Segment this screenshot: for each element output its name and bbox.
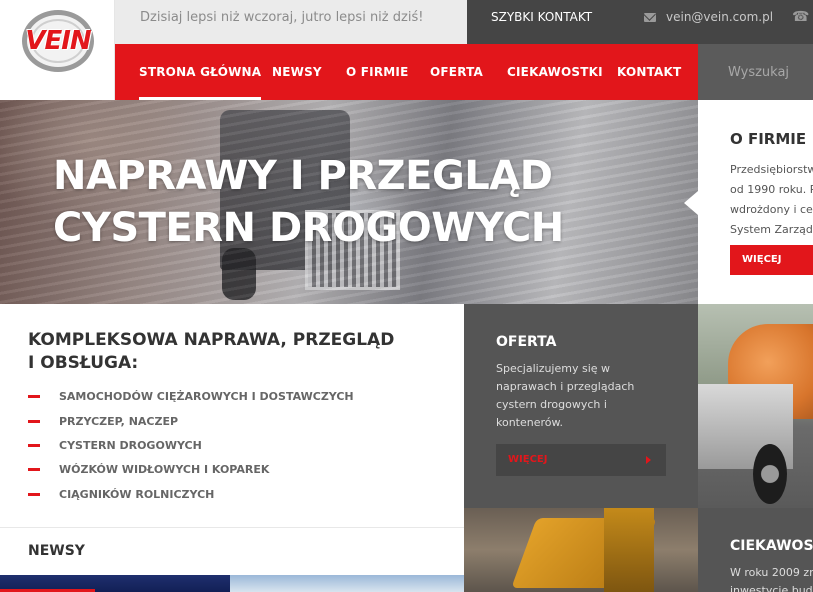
service-label: CIĄGNIKÓW ROLNICZYCH bbox=[59, 488, 215, 501]
search-input[interactable] bbox=[698, 44, 813, 100]
services-title-line-1: KOMPLEKSOWA NAPRAWA, PRZEGLĄD bbox=[28, 330, 395, 350]
offer-text-line: naprawach i przeglądach bbox=[496, 380, 635, 393]
service-label: SAMOCHODÓW CIĘŻAROWYCH I DOSTAWCZYCH bbox=[59, 390, 354, 403]
nav-item-news[interactable]: NEWSY bbox=[272, 44, 322, 100]
tanker-wheel bbox=[753, 444, 787, 504]
bullet-dash-icon bbox=[28, 468, 40, 471]
phone-icon[interactable]: ☎ bbox=[792, 7, 809, 27]
logo[interactable]: VEIN bbox=[0, 0, 115, 100]
about-title: O FIRMIE bbox=[730, 130, 807, 148]
logo-text: VEIN bbox=[25, 26, 91, 56]
services-title: KOMPLEKSOWA NAPRAWA, PRZEGLĄD I OBSŁUGA: bbox=[28, 329, 428, 375]
about-more-button[interactable]: WIĘCEJ bbox=[730, 245, 813, 275]
news-thumbnail[interactable] bbox=[230, 575, 464, 592]
offer-text: Specjalizujemy się w naprawach i przeglą… bbox=[496, 360, 686, 432]
nav-item-home[interactable]: STRONA GŁÓWNA bbox=[139, 44, 262, 100]
about-pointer bbox=[684, 191, 698, 215]
hero-title-line-2: CYSTERN DROGOWYCH bbox=[53, 205, 564, 251]
quick-contact-link[interactable]: SZYBKI KONTAKT bbox=[491, 0, 592, 34]
services-section: KOMPLEKSOWA NAPRAWA, PRZEGLĄD I OBSŁUGA:… bbox=[0, 304, 464, 526]
offer-text-line: kontenerów. bbox=[496, 416, 563, 429]
services-title-line-2: I OBSŁUGA: bbox=[28, 353, 139, 373]
bullet-dash-icon bbox=[28, 395, 40, 398]
service-label: WÓZKÓW WIDŁOWYCH I KOPAREK bbox=[59, 463, 270, 476]
curiosities-panel: CIEKAWOSTKI W roku 2009 zre inwestycje b… bbox=[698, 508, 813, 592]
nav-item-curiosities[interactable]: CIEKAWOSTKI bbox=[507, 44, 603, 100]
about-text-line: od 1990 roku. P bbox=[730, 183, 813, 196]
machinery-image bbox=[464, 508, 698, 592]
curiosities-text-line: W roku 2009 zre bbox=[730, 566, 813, 579]
about-text-line: wdrożdony i cer bbox=[730, 203, 813, 216]
envelope-icon bbox=[644, 13, 656, 22]
offer-more-button[interactable]: WIĘCEJ bbox=[496, 444, 666, 476]
machinery-column bbox=[604, 508, 654, 592]
curiosities-title: CIEKAWOSTKI bbox=[730, 538, 813, 554]
section-divider bbox=[0, 527, 464, 528]
curiosities-text: W roku 2009 zre inwestycje bud bbox=[730, 564, 813, 592]
nav-item-contact[interactable]: KONTAKT bbox=[617, 44, 681, 100]
bullet-dash-icon bbox=[28, 493, 40, 496]
motto-bar: Dzisiaj lepsi niż wczoraj, jutro lepsi n… bbox=[115, 0, 467, 44]
about-panel: O FIRMIE Przedsiębiorstw od 1990 roku. P… bbox=[698, 100, 813, 304]
bullet-dash-icon bbox=[28, 420, 40, 423]
hero-title-line-1: NAPRAWY I PRZEGLĄD bbox=[53, 153, 553, 199]
tanker-truck-image bbox=[698, 304, 813, 508]
main-nav: STRONA GŁÓWNA NEWSY O FIRMIE OFERTA CIEK… bbox=[115, 44, 698, 100]
hero-title: NAPRAWY I PRZEGLĄD CYSTERN DROGOWYCH bbox=[53, 150, 613, 254]
nav-item-offer[interactable]: OFERTA bbox=[430, 44, 483, 100]
offer-title: OFERTA bbox=[496, 334, 557, 350]
service-label: PRZYCZEP, NACZEP bbox=[59, 415, 179, 428]
arrow-right-icon bbox=[646, 456, 651, 464]
news-title: NEWSY bbox=[28, 543, 85, 559]
curiosities-text-line: inwestycje bud bbox=[730, 584, 813, 592]
news-thumbnail[interactable] bbox=[0, 575, 230, 592]
bullet-dash-icon bbox=[28, 444, 40, 447]
hero-banner: NAPRAWY I PRZEGLĄD CYSTERN DROGOWYCH bbox=[0, 100, 698, 304]
email-link[interactable]: vein@vein.com.pl bbox=[666, 0, 773, 34]
offer-text-line: cystern drogowych i bbox=[496, 398, 607, 411]
about-text: Przedsiębiorstw od 1990 roku. P wdrożdon… bbox=[730, 160, 813, 240]
offer-panel: OFERTA Specjalizujemy się w naprawach i … bbox=[464, 304, 698, 508]
offer-text-line: Specjalizujemy się w bbox=[496, 362, 611, 375]
offer-more-label: WIĘCEJ bbox=[508, 454, 548, 465]
search-box bbox=[698, 44, 813, 100]
about-text-line: Przedsiębiorstw bbox=[730, 163, 813, 176]
quick-contact-bar: SZYBKI KONTAKT vein@vein.com.pl ☎ bbox=[467, 0, 813, 44]
about-text-line: System Zarządz bbox=[730, 223, 813, 236]
nav-item-about[interactable]: O FIRMIE bbox=[346, 44, 409, 100]
service-label: CYSTERN DROGOWYCH bbox=[59, 439, 202, 452]
motto-text: Dzisiaj lepsi niż wczoraj, jutro lepsi n… bbox=[140, 10, 424, 25]
